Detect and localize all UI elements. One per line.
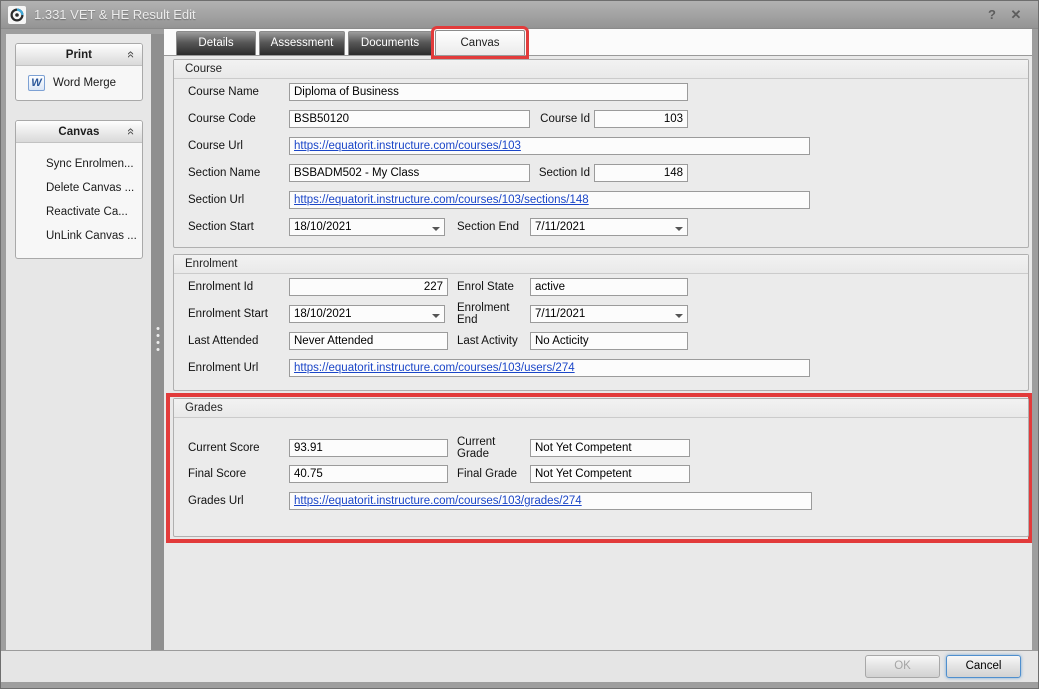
word-merge-label: Word Merge [53, 77, 116, 89]
tab-details[interactable]: Details [176, 31, 256, 55]
cancel-button[interactable]: Cancel [946, 655, 1021, 678]
grades-url-label: Grades Url [188, 495, 289, 507]
section-start-label: Section Start [188, 221, 289, 233]
section-end-label: Section End [457, 221, 530, 233]
dialog-footer: OK Cancel [1, 650, 1038, 682]
section-url-field: https://equatorit.instructure.com/course… [289, 191, 810, 209]
current-score-field[interactable]: 93.91 [289, 439, 448, 457]
section-end-value: 7/11/2021 [535, 221, 585, 233]
print-panel-header[interactable]: Print « [16, 44, 142, 66]
canvas-panel-header[interactable]: Canvas « [16, 121, 142, 143]
enrolment-id-label: Enrolment Id [188, 281, 289, 293]
section-name-field[interactable]: BSBADM502 - My Class [289, 164, 530, 182]
course-id-field[interactable]: 103 [594, 110, 688, 128]
enrolment-end-value: 7/11/2021 [535, 308, 585, 320]
current-grade-label: Current Grade [457, 436, 530, 460]
grades-groupbox: Grades Current Score 93.91 Current Grade… [173, 398, 1029, 537]
collapse-chevron-icon[interactable]: « [125, 51, 138, 58]
enrol-state-label: Enrol State [457, 281, 530, 293]
app-logo-icon [8, 6, 26, 24]
section-start-value: 18/10/2021 [294, 221, 352, 233]
close-icon[interactable]: ✕ [1004, 7, 1028, 23]
last-activity-field[interactable]: No Acticity [530, 332, 688, 350]
sidebar: Print « W Word Merge Canvas « Sync Enrol… [6, 34, 151, 650]
window-title: 1.331 VET & HE Result Edit [34, 7, 980, 22]
chevron-down-icon [432, 314, 440, 322]
course-code-label: Course Code [188, 113, 289, 125]
chevron-down-icon [432, 227, 440, 235]
section-start-datepicker[interactable]: 18/10/2021 [289, 218, 445, 236]
course-groupbox: Course Course Name Diploma of Business C… [173, 59, 1029, 248]
dialog-window: 1.331 VET & HE Result Edit ? ✕ Print « W… [0, 0, 1039, 689]
final-score-field[interactable]: 40.75 [289, 465, 448, 483]
final-grade-label: Final Grade [457, 468, 530, 480]
course-groupbox-title: Course [174, 60, 1028, 79]
sidebar-item-reactivate-canvas[interactable]: Reactivate Ca... [16, 200, 142, 224]
section-id-field[interactable]: 148 [594, 164, 688, 182]
main-area: Details Assessment Documents Canvas Cour… [164, 29, 1032, 650]
current-grade-field[interactable]: Not Yet Competent [530, 439, 690, 457]
grades-groupbox-title: Grades [174, 399, 1028, 418]
canvas-panel-title: Canvas [16, 126, 128, 138]
course-id-label: Course Id [530, 113, 594, 125]
last-attended-field[interactable]: Never Attended [289, 332, 448, 350]
course-name-label: Course Name [188, 86, 289, 98]
chevron-down-icon [675, 227, 683, 235]
collapse-chevron-icon[interactable]: « [125, 128, 138, 135]
word-document-icon: W [28, 75, 45, 91]
enrolment-start-label: Enrolment Start [188, 308, 289, 320]
section-end-datepicker[interactable]: 7/11/2021 [530, 218, 688, 236]
enrolment-start-value: 18/10/2021 [294, 308, 352, 320]
canvas-action-list: Sync Enrolmen... Delete Canvas ... React… [16, 143, 142, 258]
section-id-label: Section Id [530, 167, 594, 179]
canvas-panel: Canvas « Sync Enrolmen... Delete Canvas … [15, 120, 143, 259]
enrolment-groupbox-title: Enrolment [174, 255, 1028, 274]
course-url-link[interactable]: https://equatorit.instructure.com/course… [294, 140, 521, 152]
enrolment-end-label: Enrolment End [457, 302, 530, 326]
enrolment-url-label: Enrolment Url [188, 362, 289, 374]
print-panel: Print « W Word Merge [15, 43, 143, 101]
enrolment-id-field[interactable]: 227 [289, 278, 448, 296]
current-score-label: Current Score [188, 442, 289, 454]
course-code-field[interactable]: BSB50120 [289, 110, 530, 128]
course-name-field[interactable]: Diploma of Business [289, 83, 688, 101]
sidebar-item-unlink-canvas[interactable]: UnLink Canvas ... [16, 224, 142, 248]
sidebar-item-word-merge[interactable]: W Word Merge [16, 66, 142, 100]
enrolment-start-datepicker[interactable]: 18/10/2021 [289, 305, 445, 323]
section-name-label: Section Name [188, 167, 289, 179]
tab-documents[interactable]: Documents [348, 31, 432, 55]
enrolment-groupbox: Enrolment Enrolment Id 227 Enrol State a… [173, 254, 1029, 391]
ok-button[interactable]: OK [865, 655, 940, 678]
splitter-grip-icon [156, 327, 159, 351]
grades-url-field: https://equatorit.instructure.com/course… [289, 492, 812, 510]
section-url-link[interactable]: https://equatorit.instructure.com/course… [294, 194, 589, 206]
sidebar-splitter[interactable] [151, 34, 164, 650]
course-url-label: Course Url [188, 140, 289, 152]
grades-url-link[interactable]: https://equatorit.instructure.com/course… [294, 495, 582, 507]
enrolment-end-datepicker[interactable]: 7/11/2021 [530, 305, 688, 323]
sidebar-item-sync-enrolment[interactable]: Sync Enrolmen... [16, 152, 142, 176]
tab-strip: Details Assessment Documents Canvas [164, 29, 1032, 56]
last-activity-label: Last Activity [457, 335, 530, 347]
canvas-tab-page: Course Course Name Diploma of Business C… [164, 57, 1032, 650]
sidebar-item-delete-canvas[interactable]: Delete Canvas ... [16, 176, 142, 200]
enrolment-url-link[interactable]: https://equatorit.instructure.com/course… [294, 362, 575, 374]
tab-assessment[interactable]: Assessment [259, 31, 345, 55]
chevron-down-icon [675, 314, 683, 322]
final-score-label: Final Score [188, 468, 289, 480]
title-bar: 1.331 VET & HE Result Edit ? ✕ [1, 1, 1038, 29]
last-attended-label: Last Attended [188, 335, 289, 347]
final-grade-field[interactable]: Not Yet Competent [530, 465, 690, 483]
tab-canvas[interactable]: Canvas [435, 30, 525, 55]
enrol-state-field[interactable]: active [530, 278, 688, 296]
enrolment-url-field: https://equatorit.instructure.com/course… [289, 359, 810, 377]
help-icon[interactable]: ? [980, 7, 1004, 22]
print-panel-title: Print [16, 49, 128, 61]
section-url-label: Section Url [188, 194, 289, 206]
course-url-field: https://equatorit.instructure.com/course… [289, 137, 810, 155]
